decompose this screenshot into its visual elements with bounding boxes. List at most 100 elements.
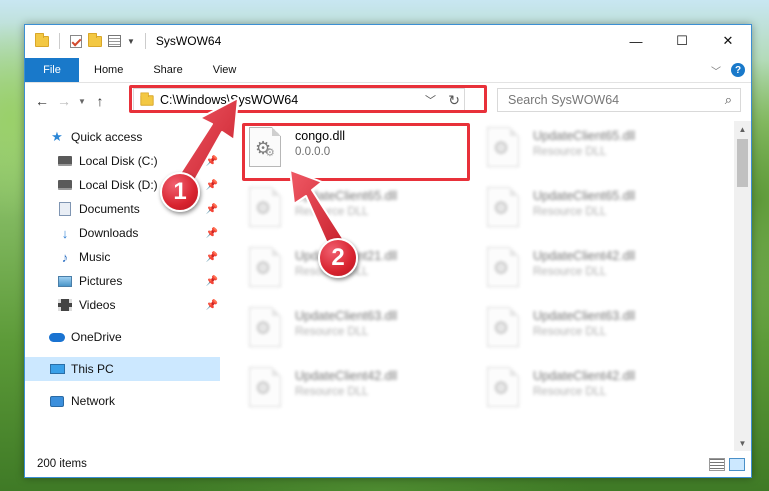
pictures-icon xyxy=(57,274,73,288)
tab-home[interactable]: Home xyxy=(79,58,138,82)
maximize-button[interactable]: ☐ xyxy=(659,25,705,57)
scroll-up-arrow-icon[interactable]: ▲ xyxy=(734,121,751,137)
hard-drive-icon xyxy=(57,178,73,192)
dll-file-icon: ⚙ xyxy=(249,187,281,227)
search-icon[interactable]: ⌕ xyxy=(725,92,732,108)
nav-quick-access[interactable]: ★ Quick access xyxy=(25,125,220,149)
file-type: Resource DLL xyxy=(533,326,607,338)
customize-toolbar-icon[interactable] xyxy=(108,35,121,47)
film-strip-icon xyxy=(57,298,73,312)
ribbon-right-controls: ﹀ ? xyxy=(711,63,745,78)
file-name: UpdateClient63.dll xyxy=(533,309,636,323)
nav-music[interactable]: ♪ Music 📌 xyxy=(25,245,220,269)
back-arrow-icon[interactable]: ← xyxy=(31,93,53,109)
tab-file[interactable]: File xyxy=(25,58,79,82)
view-toggle xyxy=(709,457,745,471)
pin-icon[interactable]: 📌 xyxy=(206,276,218,287)
nav-label: Local Disk (D:) xyxy=(79,178,158,192)
nav-videos[interactable]: Videos 📌 xyxy=(25,293,220,317)
file-item[interactable]: ⚙ UpdateClient63.dll Resource DLL xyxy=(235,301,455,353)
file-type: Resource DLL xyxy=(533,386,607,398)
nav-label: Local Disk (C:) xyxy=(79,154,158,168)
dll-file-icon: ⚙ xyxy=(487,187,519,227)
nav-local-disk-c[interactable]: Local Disk (C:) 📌 xyxy=(25,149,220,173)
cloud-icon xyxy=(49,330,65,344)
address-row: ← → ▼ ↑ C:\Windows\SysWOW64 ﹀ ↻ Search S… xyxy=(25,85,751,115)
pin-icon[interactable]: 📌 xyxy=(206,228,218,239)
file-type: Resource DLL xyxy=(295,206,369,218)
pin-icon[interactable]: 📌 xyxy=(206,252,218,263)
details-view-icon[interactable] xyxy=(709,457,725,471)
hard-drive-icon xyxy=(57,154,73,168)
file-item[interactable]: ⚙ UpdateClient63.dll Resource DLL xyxy=(473,301,693,353)
file-item[interactable]: ⚙ UpdateClient42.dll Resource DLL xyxy=(473,361,693,413)
network-icon xyxy=(49,394,65,408)
nav-pictures[interactable]: Pictures 📌 xyxy=(25,269,220,293)
chevron-down-icon[interactable]: ▼ xyxy=(127,37,135,46)
title-bar: ▼ SysWOW64 — ☐ ✕ xyxy=(25,25,751,57)
file-item[interactable]: ⚙ UpdateClient42.dll Resource DLL xyxy=(235,361,455,413)
gear-icon: ⚙ xyxy=(255,318,272,338)
file-type: Resource DLL xyxy=(533,266,607,278)
nav-label: Music xyxy=(79,250,111,264)
file-name: UpdateClient65.dll xyxy=(533,129,636,143)
nav-onedrive[interactable]: OneDrive xyxy=(25,325,220,349)
folder-icon xyxy=(35,32,49,47)
step-1-badge: 1 xyxy=(160,172,200,212)
file-name: UpdateClient42.dll xyxy=(533,249,636,263)
large-icons-view-icon[interactable] xyxy=(729,457,745,471)
pin-icon[interactable]: 📌 xyxy=(206,180,218,191)
file-highlight xyxy=(242,123,470,181)
tab-share[interactable]: Share xyxy=(138,58,197,82)
toolbar-divider xyxy=(144,33,146,49)
vertical-scrollbar[interactable]: ▲ ▼ xyxy=(734,121,751,451)
new-folder-icon[interactable] xyxy=(88,32,102,47)
pin-icon[interactable]: 📌 xyxy=(206,156,218,167)
ribbon-tabs: File Home Share View ﹀ ? xyxy=(25,58,751,83)
download-arrow-icon: ↓ xyxy=(61,225,69,241)
help-icon[interactable]: ? xyxy=(731,63,745,77)
scrollbar-thumb[interactable] xyxy=(737,139,748,187)
close-button[interactable]: ✕ xyxy=(705,25,751,57)
file-item[interactable]: ⚙ UpdateClient42.dll Resource DLL xyxy=(473,241,693,293)
gear-icon: ⚙ xyxy=(493,318,510,338)
nav-label: Downloads xyxy=(79,226,139,240)
file-type: Resource DLL xyxy=(295,326,369,338)
dll-file-icon: ⚙ xyxy=(487,247,519,287)
nav-label: Videos xyxy=(79,298,116,312)
toolbar-divider xyxy=(59,33,60,49)
pin-icon[interactable]: 📌 xyxy=(206,300,218,311)
file-type: Resource DLL xyxy=(295,386,369,398)
file-name: UpdateClient42.dll xyxy=(533,369,636,383)
dll-file-icon: ⚙ xyxy=(487,367,519,407)
properties-check-icon[interactable] xyxy=(70,34,82,48)
scroll-down-arrow-icon[interactable]: ▼ xyxy=(734,435,751,451)
expand-ribbon-chevron-icon[interactable]: ﹀ xyxy=(711,63,721,78)
item-count: 200 items xyxy=(37,458,87,470)
nav-this-pc[interactable]: This PC xyxy=(25,357,220,381)
quick-access-toolbar: ▼ xyxy=(35,32,150,49)
search-input[interactable]: Search SysWOW64 ⌕ xyxy=(497,88,741,112)
tab-view[interactable]: View xyxy=(198,58,252,82)
file-name: UpdateClient65.dll xyxy=(295,189,398,203)
window-title: SysWOW64 xyxy=(155,34,222,48)
dll-file-icon: ⚙ xyxy=(249,247,281,287)
minimize-button[interactable]: — xyxy=(613,25,659,57)
file-name: UpdateClient42.dll xyxy=(295,369,398,383)
gear-icon: ⚙ xyxy=(255,378,272,398)
file-item[interactable]: ⚙ UpdateClient65.dll Resource DLL xyxy=(473,121,693,173)
forward-arrow-icon[interactable]: → xyxy=(53,93,75,109)
up-arrow-icon[interactable]: ↑ xyxy=(89,93,111,109)
nav-downloads[interactable]: ↓ Downloads 📌 xyxy=(25,221,220,245)
window-controls: — ☐ ✕ xyxy=(613,25,751,57)
nav-label: Network xyxy=(71,394,116,408)
pin-icon[interactable]: 📌 xyxy=(206,204,218,215)
file-item[interactable]: ⚙ UpdateClient65.dll Resource DLL xyxy=(473,181,693,233)
file-item[interactable]: ⚙ UpdateClient65.dll Resource DLL xyxy=(235,181,455,233)
recent-locations-chevron-icon[interactable]: ▼ xyxy=(75,97,89,106)
step-2-badge: 2 xyxy=(318,238,358,278)
star-icon: ★ xyxy=(51,129,63,144)
dll-file-icon: ⚙ xyxy=(487,127,519,167)
nav-network[interactable]: Network xyxy=(25,389,220,413)
gear-icon: ⚙ xyxy=(493,378,510,398)
